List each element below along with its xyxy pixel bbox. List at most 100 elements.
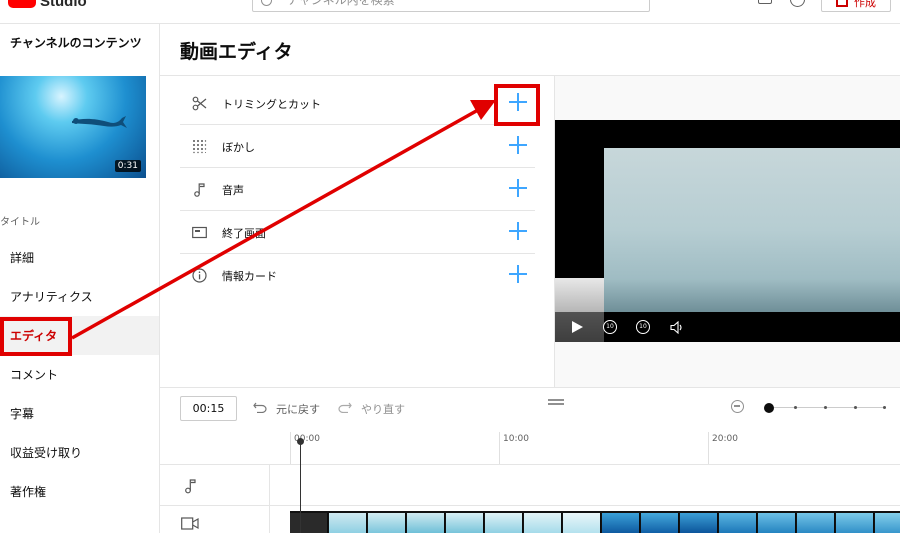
redo-icon[interactable]: [338, 401, 352, 413]
tool-label: 終了画面: [222, 227, 266, 240]
tool-label: 音声: [222, 184, 244, 197]
redo-button[interactable]: やり直す: [361, 401, 405, 417]
sidebar-item-label: 字幕: [10, 407, 35, 421]
video-thumbnail[interactable]: 0:31: [0, 76, 146, 178]
track-labels: [160, 465, 270, 533]
info-icon: [192, 268, 207, 283]
tool-row-blur[interactable]: ぼかし: [180, 125, 535, 168]
zoom-step-dot: [824, 406, 827, 409]
forward-10-icon[interactable]: 10: [636, 320, 650, 334]
zoom-step-dot: [854, 406, 857, 409]
highlight-box-editor-nav: [0, 317, 72, 356]
track-divider: [160, 505, 900, 506]
search-placeholder: チャンネル内を検索: [287, 0, 395, 7]
zoom-step-dot: [794, 406, 797, 409]
sidebar-item-monetization[interactable]: 収益受け取り: [0, 433, 159, 472]
highlight-box-add-trim: [494, 84, 540, 126]
film-frame: [290, 513, 328, 533]
film-frame: [875, 513, 900, 533]
blur-icon: [193, 140, 207, 154]
mermaid-silhouette-icon: [72, 116, 127, 128]
sidebar: チャンネルのコンテンツ 0:31 タイトル 詳細 アナリティクス エディタ コメ…: [0, 24, 160, 533]
tool-row-end-screen[interactable]: 終了画面: [180, 211, 535, 254]
film-frame: [329, 513, 367, 533]
help-icon[interactable]: [790, 0, 805, 7]
youtube-logo-icon[interactable]: [8, 0, 36, 8]
volume-icon[interactable]: [670, 321, 684, 334]
music-note-icon: [185, 479, 196, 494]
zoom-slider-thumb[interactable]: [764, 403, 774, 413]
sidebar-item-analytics[interactable]: アナリティクス: [0, 277, 159, 316]
playhead[interactable]: [300, 440, 301, 533]
playhead-handle[interactable]: [297, 438, 304, 445]
film-frame: [836, 513, 874, 533]
sidebar-item-label: 収益受け取り: [10, 446, 83, 460]
video-camera-icon: [836, 0, 848, 7]
rewind-10-icon[interactable]: 10: [603, 320, 617, 334]
music-note-icon: [194, 183, 205, 197]
title-section-label: タイトル: [0, 217, 40, 228]
video-frame: [604, 148, 900, 312]
zoom-slider[interactable]: [764, 402, 886, 414]
film-frame: [563, 513, 601, 533]
zoom-step-dot: [883, 406, 886, 409]
ruler-label: 10:00: [503, 434, 529, 444]
sidebar-item-subtitles[interactable]: 字幕: [0, 394, 159, 433]
video-player[interactable]: 10 10: [555, 120, 900, 342]
add-blur-button[interactable]: [509, 136, 527, 154]
tool-label: トリミングとカット: [222, 98, 321, 111]
tool-row-info-card[interactable]: 情報カード: [180, 254, 535, 297]
search-icon: [261, 0, 272, 6]
add-end-screen-button[interactable]: [509, 222, 527, 240]
top-bar: Studio チャンネル内を検索 作成: [0, 0, 900, 24]
sidebar-item-comments[interactable]: コメント: [0, 355, 159, 394]
add-audio-button[interactable]: [509, 179, 527, 197]
tool-label: ぼかし: [222, 141, 255, 154]
channel-content-title[interactable]: チャンネルのコンテンツ: [10, 36, 150, 51]
search-input[interactable]: チャンネル内を検索: [252, 0, 650, 12]
sidebar-item-label: 詳細: [10, 251, 35, 265]
ruler-tick: [499, 432, 500, 464]
panel-resize-handle[interactable]: [548, 399, 564, 405]
film-frame: [407, 513, 445, 533]
feedback-icon[interactable]: [758, 0, 772, 4]
film-frame: [602, 513, 640, 533]
video-filmstrip[interactable]: [290, 511, 900, 533]
player-controls: 10 10: [555, 312, 900, 342]
tool-row-audio[interactable]: 音声: [180, 168, 535, 211]
zoom-out-icon[interactable]: [731, 400, 744, 413]
undo-icon[interactable]: [253, 401, 267, 413]
film-frame: [641, 513, 679, 533]
timeline-ruler[interactable]: 00:00 10:00 20:00: [160, 428, 900, 465]
create-label: 作成: [854, 0, 876, 9]
studio-logo-text[interactable]: Studio: [40, 0, 87, 10]
create-button[interactable]: 作成: [821, 0, 891, 12]
sidebar-item-label: コメント: [10, 368, 59, 382]
ruler-tick: [708, 432, 709, 464]
play-icon[interactable]: [572, 321, 583, 333]
film-frame: [680, 513, 718, 533]
ruler-tick: [290, 432, 291, 464]
duration-badge: 0:31: [114, 160, 141, 172]
sidebar-item-label: 著作権: [10, 485, 47, 499]
scissors-icon: [192, 96, 207, 111]
film-frame: [758, 513, 796, 533]
video-camera-icon: [181, 517, 199, 530]
page-title: 動画エディタ: [180, 41, 293, 63]
film-frame: [368, 513, 406, 533]
timecode-field[interactable]: 00:15: [180, 396, 237, 421]
timeline-toolbar: 00:15 元に戻す やり直す: [160, 388, 900, 428]
add-info-card-button[interactable]: [509, 265, 527, 283]
undo-button[interactable]: 元に戻す: [276, 401, 320, 417]
tool-label: 情報カード: [222, 270, 277, 283]
film-frame: [797, 513, 835, 533]
end-screen-icon: [192, 226, 207, 239]
film-frame: [485, 513, 523, 533]
film-frame: [524, 513, 562, 533]
sidebar-item-details[interactable]: 詳細: [0, 238, 159, 277]
sidebar-item-copyright[interactable]: 著作権: [0, 472, 159, 511]
film-frame: [719, 513, 757, 533]
film-frame: [446, 513, 484, 533]
preview-pane: 10 10: [555, 76, 900, 387]
tool-row-trim[interactable]: トリミングとカット: [180, 82, 535, 125]
